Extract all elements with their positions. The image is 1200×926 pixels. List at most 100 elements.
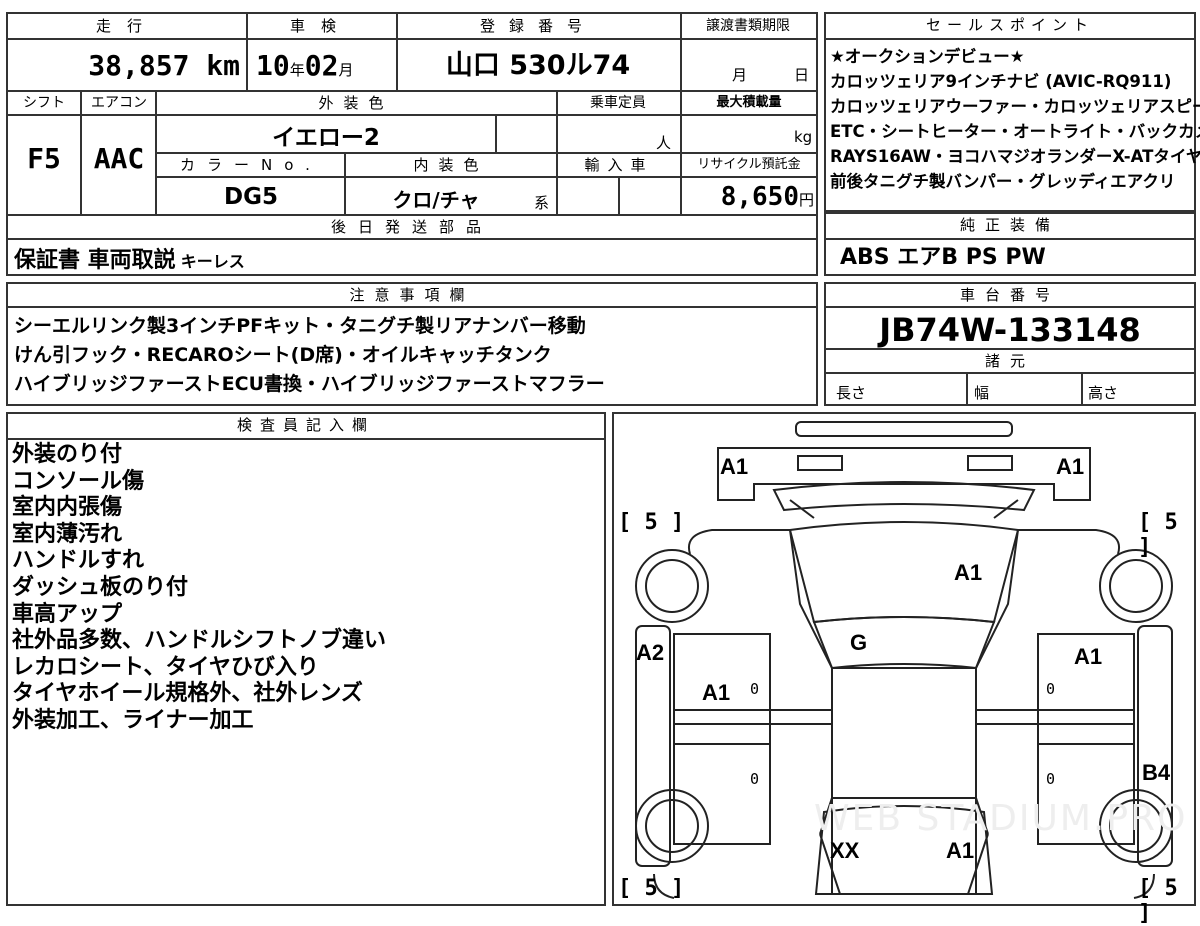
shift-value: F5 xyxy=(27,142,61,175)
chassis-panel: 車台番号 JB74W-133148 諸元 長さ 幅 高さ xyxy=(824,282,1196,406)
max-load-label: 最大積載量 xyxy=(716,95,782,110)
watermark-text: WEB STADIUM.PRO xyxy=(814,798,1188,839)
sales-point-line: カロッツェリアウーファー・カロッツェリアスピーカー xyxy=(830,97,1200,116)
later-parts-small: キーレス xyxy=(180,252,245,271)
zero-right-rear: 0 xyxy=(1046,770,1056,788)
inspector-comment-line: 社外品多数、ハンドルシフトノブ違い xyxy=(12,628,387,654)
tire-rl-value: 5 xyxy=(644,876,658,901)
later-parts-value: 保証書 車両取説 キーレス xyxy=(14,242,245,274)
genuine-equipment-panel: 純正装備 ABS エアB PS PW xyxy=(824,212,1196,276)
mark-rear-left: XX xyxy=(830,838,860,863)
sales-point-line: 前後タニグチ製バンパー・グレッディエアクリ xyxy=(830,172,1176,191)
import-label: 輸入車 xyxy=(584,156,654,174)
tire-rear-right: [ 5 ] xyxy=(1138,876,1178,926)
zero-right-front: 0 xyxy=(1046,680,1056,698)
later-parts-main: 保証書 車両取説 xyxy=(14,248,176,273)
inspector-comments: 外装のり付 コンソール傷 室内内張傷 室内薄汚れ ハンドルすれ ダッシュ板のり付 車高アップ… xyxy=(12,442,386,735)
sales-points-panel: セールスポイント ★オークションデビュー★ カロッツェリア9インチナビ (AVIC… xyxy=(824,12,1200,212)
inspector-comment-line: ハンドルすれ xyxy=(12,548,145,574)
transfer-day: 日 xyxy=(794,66,810,84)
inspector-comment-line: ダッシュ板のり付 xyxy=(12,574,189,600)
mark-front-left: A1 xyxy=(720,454,749,479)
tire-rr-value: 5 xyxy=(1164,876,1178,901)
main-info-table: 走行 車検 登録番号 譲渡書類期限 38,857 km 10年02月 山口 53… xyxy=(6,12,818,276)
notes-label: 注意事項欄 xyxy=(8,284,816,308)
note-line: ハイブリッジファーストECU書換・ハイブリッジファーストマフラー xyxy=(14,373,605,395)
sales-points-label: セールスポイント xyxy=(826,14,1194,40)
note-line: けん引フック・RECAROシート(D席)・オイルキャッチタンク xyxy=(14,344,552,366)
zero-left-rear: 0 xyxy=(750,770,760,788)
specs-label: 諸元 xyxy=(984,352,1035,370)
aircon-value: AAC xyxy=(93,142,145,175)
chassis-number-label: 車台番号 xyxy=(826,284,1194,308)
interior-color-label: 内装色 xyxy=(413,156,489,174)
inspector-comment-line: 外装のり付 xyxy=(12,442,123,467)
mileage-label: 走行 xyxy=(95,17,158,35)
color-no-value: DG5 xyxy=(224,184,278,210)
sales-point-line: RAYS16AW・ヨコハマジオランダーX-ATタイヤ xyxy=(830,147,1200,166)
inspector-comment-line: 外装加工、ライナー加工 xyxy=(12,707,254,733)
interior-color-value: クロ/チャ xyxy=(392,188,480,212)
length-label: 長さ xyxy=(836,384,867,402)
registration-value: 山口 530ル74 xyxy=(445,50,631,81)
genuine-equipment-value: ABS エアB PS PW xyxy=(840,245,1046,270)
genuine-equipment-label: 純正装備 xyxy=(826,214,1194,240)
height-label: 高さ xyxy=(1088,384,1119,402)
mileage-value: 38,857 km xyxy=(88,49,240,82)
exterior-color-label: 外装色 xyxy=(318,94,394,112)
inspector-comment-line: 室内内張傷 xyxy=(12,495,123,521)
chassis-number-value: JB74W-133148 xyxy=(879,311,1141,349)
tire-front-right: [ 5 ] xyxy=(1138,510,1178,560)
transfer-month: 月 xyxy=(732,66,748,84)
mark-rear-right: A1 xyxy=(946,838,975,863)
transfer-deadline-label: 譲渡書類期限 xyxy=(706,18,790,34)
exterior-color-value: イエロー2 xyxy=(272,125,380,151)
month-unit: 月 xyxy=(338,61,354,79)
tire-rear-left: [ 5 ] xyxy=(618,876,685,901)
inspector-comment-line: タイヤホイール規格外、社外レンズ xyxy=(12,681,363,707)
tire-front-left: [ 5 ] xyxy=(618,510,685,535)
sales-point-line: ★オークションデビュー★ xyxy=(830,47,1025,66)
mark-right-rear-quarter: B4 xyxy=(1142,760,1171,785)
notes-panel: 注意事項欄 シーエルリンク製3インチPFキット・タニグチ製リアナンバー移動 けん引… xyxy=(6,282,818,406)
mark-hood: A1 xyxy=(954,560,983,585)
inspector-comment-line: コンソール傷 xyxy=(12,468,145,494)
notes-list: シーエルリンク製3インチPFキット・タニグチ製リアナンバー移動 けん引フック・RE… xyxy=(14,312,605,399)
capacity-label: 乗車定員 xyxy=(590,95,646,111)
recycle-unit: 円 xyxy=(798,191,814,209)
max-load-unit: kg xyxy=(794,128,813,146)
recycle-amount: 8,650 xyxy=(720,182,799,212)
later-parts-label: 後日発送部品 xyxy=(330,218,493,236)
inspection-date: 10年02月 xyxy=(256,44,396,92)
recycle-deposit-value: 8,650円 xyxy=(684,182,814,212)
mark-left-front-door: A1 xyxy=(702,680,731,705)
sales-point-line: ETC・シートヒーター・オートライト・バックカメラ xyxy=(830,122,1200,141)
inspector-comment-line: 車高アップ xyxy=(12,601,123,627)
inspector-panel: 検査員記入欄 外装のり付 コンソール傷 室内内張傷 室内薄汚れ ハンドルすれ ダッシュ板の… xyxy=(6,412,606,906)
color-no-label: カラーNo. xyxy=(180,156,322,174)
inspector-comment-line: 室内薄汚れ xyxy=(12,521,123,547)
year-unit: 年 xyxy=(289,61,305,79)
mark-right-front-door: A1 xyxy=(1074,644,1103,669)
mark-front-right: A1 xyxy=(1056,454,1085,479)
note-line: シーエルリンク製3インチPFキット・タニグチ製リアナンバー移動 xyxy=(14,315,586,337)
zero-left-front: 0 xyxy=(750,680,760,698)
inspection-label: 車検 xyxy=(289,17,352,35)
inspector-label: 検査員記入欄 xyxy=(8,414,604,440)
inspector-comment-line: レカロシート、タイヤひび入り xyxy=(12,654,319,680)
tire-fr-value: 5 xyxy=(1164,510,1178,535)
damage-diagram-panel: WEB STADIUM.PRO [ 5 ] [ 5 ] [ 5 ] [ 5 ] … xyxy=(612,412,1196,926)
registration-label: 登録番号 xyxy=(479,17,596,35)
capacity-unit: 人 xyxy=(656,134,672,152)
width-label: 幅 xyxy=(974,384,990,402)
inspection-month: 02 xyxy=(304,49,339,82)
tire-fl-value: 5 xyxy=(644,510,658,535)
aircon-label: エアコン xyxy=(91,95,147,111)
mark-windshield: G xyxy=(850,630,868,655)
inspection-year: 10 xyxy=(256,49,290,82)
recycle-deposit-label: リサイクル預託金 xyxy=(697,157,801,172)
mark-left-fender: A2 xyxy=(636,640,665,665)
sales-points-list: ★オークションデビュー★ カロッツェリア9インチナビ (AVIC-RQ911) カロ… xyxy=(830,44,1200,194)
sales-point-line: カロッツェリア9インチナビ (AVIC-RQ911) xyxy=(830,72,1172,91)
shift-label: シフト xyxy=(23,95,65,111)
